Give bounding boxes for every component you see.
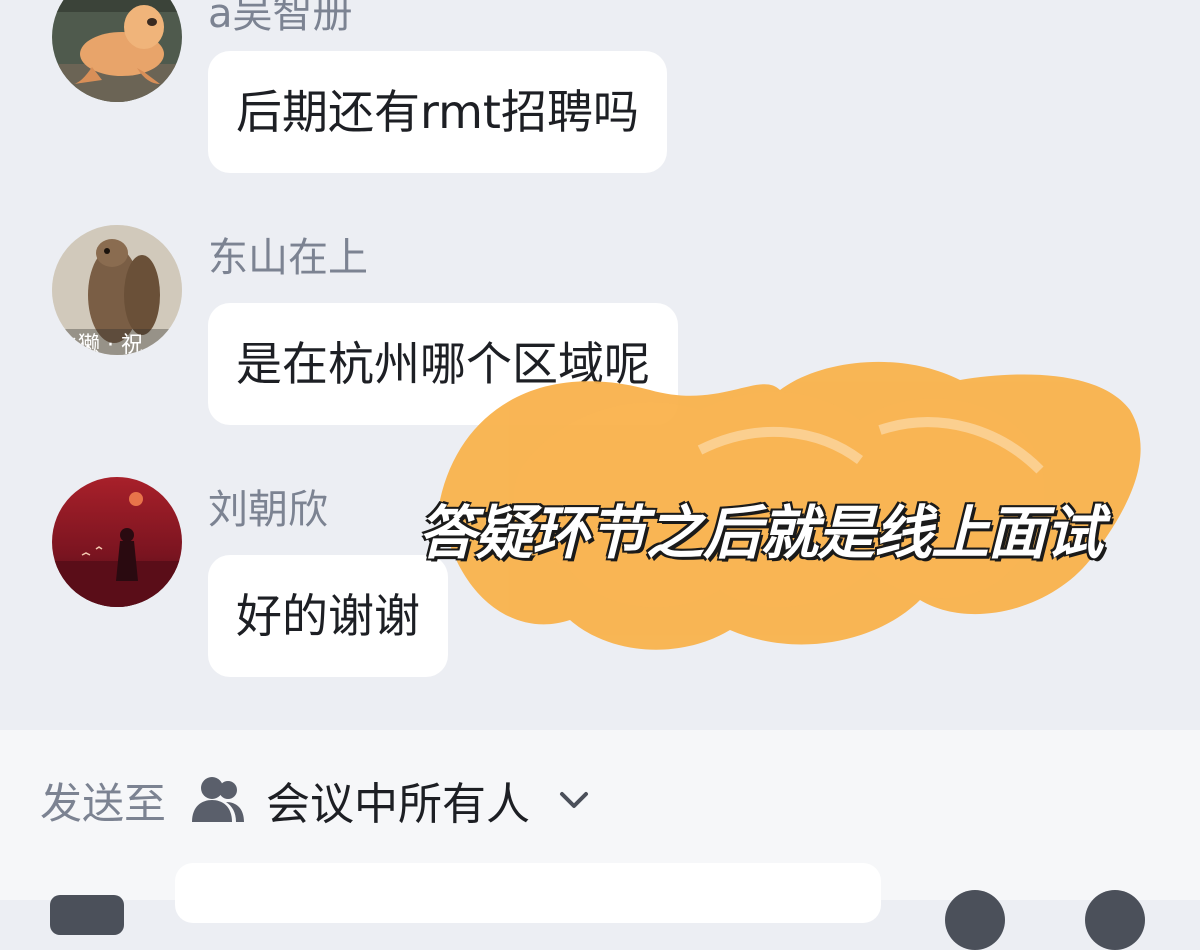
overlay-caption: 答疑环节之后就是线上面试 [418, 499, 1103, 567]
chevron-down-icon[interactable] [554, 780, 594, 820]
message-bubble[interactable]: 后期还有rmt招聘吗 [208, 51, 667, 173]
more-button[interactable] [1085, 890, 1145, 950]
otter-avatar[interactable]: 水獭 · 祝 [52, 225, 182, 355]
emoji-button[interactable] [945, 890, 1005, 950]
send-to-label: 发送至 [40, 778, 167, 828]
people-icon [188, 772, 248, 828]
message-input[interactable] [175, 863, 881, 923]
sender-name: 东山在上 [208, 235, 368, 281]
avatar-caption: 水獭 · 祝 [56, 333, 143, 355]
recipient-selector[interactable]: 发送至 会议中所有人 [40, 770, 594, 830]
composer-panel: 发送至 会议中所有人 [0, 730, 1200, 950]
sender-name: 刘朝欣 [208, 487, 328, 533]
recipient-value: 会议中所有人 [266, 779, 531, 830]
sender-name: a吴智册 [208, 0, 353, 37]
sea-lion-avatar[interactable] [52, 0, 182, 102]
keyboard-toggle-button[interactable] [50, 895, 124, 935]
sunset-figure-avatar[interactable] [52, 477, 182, 607]
